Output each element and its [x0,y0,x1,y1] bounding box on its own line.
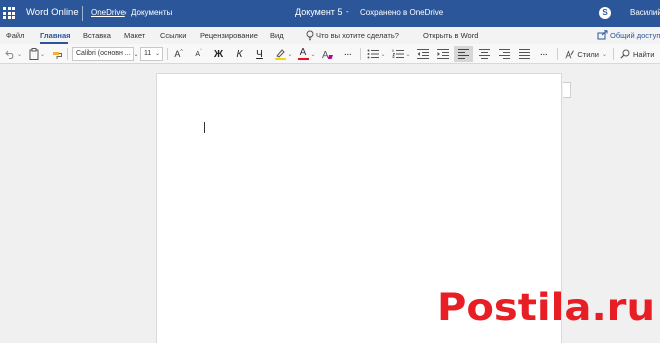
page-side-tab[interactable] [563,82,571,98]
align-left-button[interactable] [454,46,473,62]
font-color-icon: A [299,47,307,58]
font-size-value: 11 [144,50,152,57]
clipboard-icon [29,48,39,60]
svg-text:A: A [322,50,329,60]
home-ribbon: ⌄ ⌄ Calibri (основн ... ⌄ 11 ⌄ A ^ Aˇ Ж К… [0,44,660,64]
styles-label: Стили [577,49,599,59]
format-painter-icon [53,52,62,59]
increase-indent-button[interactable] [435,47,450,61]
highlighter-icon [275,49,286,60]
styles-button[interactable]: Стили ⌄ [565,47,607,61]
undo-dropdown-icon[interactable]: ⌄ [16,47,23,61]
ribbon-divider [557,48,558,60]
justify-icon [518,49,530,59]
lightbulb-icon [306,30,314,41]
underline-button[interactable]: Ч [253,47,266,61]
numbering-dropdown-icon[interactable]: ⌄ [405,47,411,61]
decrease-indent-button[interactable] [415,47,430,61]
numbering-button[interactable] [390,47,405,61]
align-center-button[interactable] [476,47,492,61]
search-icon [620,49,630,59]
font-color-swatch [297,58,309,60]
tab-view[interactable]: Вид [270,31,284,40]
font-name-select[interactable]: Calibri (основн ... [72,47,134,61]
title-separator [82,6,83,21]
more-paragraph-options-button[interactable]: ··· [537,47,551,61]
numbered-list-icon [391,49,404,58]
font-size-select[interactable]: 11 ⌄ [140,47,163,61]
decrease-indent-icon [416,49,429,59]
document-title[interactable]: Документ 5 [295,7,342,17]
shrink-font-button[interactable]: Aˇ [192,47,205,61]
ribbon-divider [167,48,168,60]
title-bar: Word Online OneDrive › Документы Докумен… [0,0,660,27]
tell-me-search[interactable]: Что вы хотите сделать? [316,31,399,40]
undo-button[interactable] [3,47,17,61]
font-size-dropdown-icon: ⌄ [154,51,160,57]
more-font-options-button[interactable]: ··· [341,47,355,61]
find-button[interactable]: Найти [620,47,660,61]
postila-watermark-logo: Postila.ru [437,286,655,329]
user-account[interactable]: Василий [630,8,660,17]
svg-text:Postila.ru: Postila.ru [437,286,655,329]
font-name-dropdown-icon[interactable]: ⌄ [133,47,139,61]
breadcrumb-chevron-icon: › [124,8,127,17]
tab-home[interactable]: Главная [40,31,71,40]
share-button[interactable]: Общий доступ [610,31,660,40]
highlight-color-button[interactable] [273,47,288,61]
bullets-button[interactable] [365,47,380,61]
align-left-icon [458,49,469,59]
tab-insert[interactable]: Вставка [83,31,111,40]
align-right-button[interactable] [496,47,512,61]
increase-indent-icon [436,49,449,59]
ribbon-divider [360,48,361,60]
bullets-dropdown-icon[interactable]: ⌄ [380,47,386,61]
title-dash: - [346,7,349,16]
font-color-button[interactable]: A [296,47,310,61]
app-name[interactable]: Word Online [26,7,79,18]
ribbon-divider [613,48,614,60]
skype-icon[interactable]: S [599,7,611,19]
justify-button[interactable] [516,47,532,61]
save-status: Сохранено в OneDrive [360,8,444,17]
format-painter-button[interactable] [50,47,64,61]
breadcrumb-onedrive-link[interactable]: OneDrive [91,8,125,17]
styles-dropdown-icon: ⌄ [601,51,607,58]
font-color-dropdown-icon[interactable]: ⌄ [310,47,316,61]
tab-file[interactable]: Файл [6,31,24,40]
paste-dropdown-icon[interactable]: ⌄ [39,47,46,61]
grow-font-button[interactable]: A ^ [172,47,185,61]
tab-review[interactable]: Рецензирование [200,31,258,40]
align-right-icon [498,49,510,59]
ribbon-divider [67,48,68,60]
open-in-word-button[interactable]: Открыть в Word [423,31,478,40]
highlight-dropdown-icon[interactable]: ⌄ [287,47,293,61]
italic-button[interactable]: К [233,47,246,61]
bold-button[interactable]: Ж [212,47,225,61]
find-label: Найти [633,49,655,59]
tab-layout[interactable]: Макет [124,31,145,40]
menu-bar: Файл Главная Вставка Макет Ссылки Реценз… [0,27,660,44]
breadcrumb-folder[interactable]: Документы [131,8,172,17]
font-name-value: Calibri (основн ... [76,50,131,57]
bullet-list-icon [367,49,379,59]
app-launcher-icon[interactable] [3,7,15,19]
tab-references[interactable]: Ссылки [160,31,186,40]
share-icon[interactable] [597,30,608,40]
undo-icon [4,50,13,59]
text-cursor [204,122,205,133]
clear-formatting-button[interactable]: A [321,47,335,61]
clear-formatting-icon: A [322,50,333,60]
styles-icon [565,49,574,58]
align-center-icon [478,49,490,59]
